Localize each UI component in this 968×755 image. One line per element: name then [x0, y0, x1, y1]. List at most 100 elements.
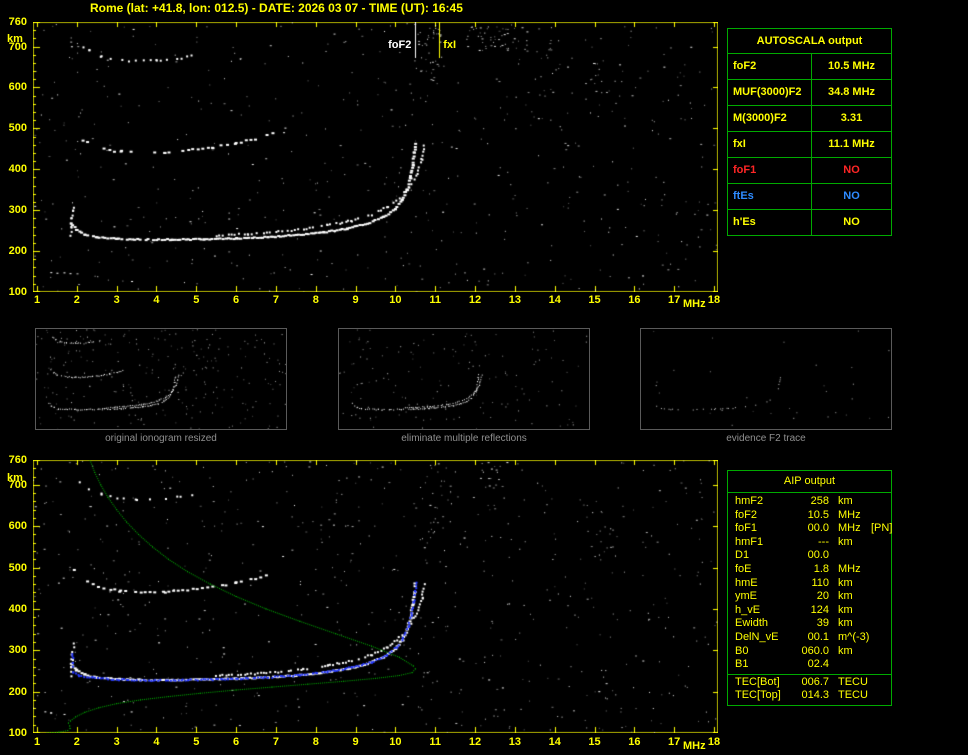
x-tick-label: 12 — [468, 294, 482, 306]
aip-row: TEC[Top] 014.3 TECU — [728, 689, 891, 703]
aip-extra — [871, 604, 891, 618]
aip-unit: MHz — [838, 562, 861, 575]
top-ionogram-canvas — [33, 22, 718, 292]
aip-extra — [871, 645, 891, 659]
thumbnail-original — [35, 328, 287, 430]
aip-extra — [871, 590, 891, 604]
page-title: Rome (lat: +41.8, lon: 012.5) - DATE: 20… — [90, 1, 463, 15]
autoscala-param-label: ftEs — [728, 184, 812, 209]
aip-label: foF2 — [735, 508, 758, 521]
top-x-unit-label: MHz — [683, 298, 706, 310]
x-tick-label: 5 — [193, 736, 200, 748]
x-tick-label: 16 — [628, 294, 641, 306]
aip-label: TEC[Top] — [735, 689, 781, 702]
bottom-y-unit-label: km — [7, 472, 23, 484]
aip-value: 20 — [816, 590, 829, 603]
aip-unit: m^(-3) — [838, 630, 870, 643]
x-tick-label: 8 — [312, 736, 319, 748]
autoscala-row: fxI 11.1 MHz — [728, 132, 891, 158]
aip-extra — [871, 676, 891, 690]
x-tick-label: 11 — [429, 294, 442, 306]
aip-row: hmE 110 km — [728, 577, 891, 591]
y-tick-label: 300 — [8, 204, 27, 217]
aip-value: 10.5 — [807, 508, 829, 521]
aip-extra — [871, 509, 891, 523]
aip-label: ymE — [735, 590, 757, 603]
x-tick-label: 15 — [588, 294, 601, 306]
x-tick-label: 10 — [389, 294, 402, 306]
x-tick-label: 15 — [588, 736, 601, 748]
aip-row: B1 02.4 — [728, 658, 891, 672]
x-tick-label: 5 — [193, 294, 200, 306]
x-tick-label: 3 — [113, 294, 120, 306]
x-tick-label: 17 — [668, 736, 681, 748]
aip-value: 02.4 — [807, 658, 829, 671]
aip-row: h_vE 124 km — [728, 604, 891, 618]
autoscala-row: M(3000)F2 3.31 — [728, 106, 891, 132]
x-tick-label: 14 — [548, 736, 561, 748]
autoscala-row: foF1 NO — [728, 158, 891, 184]
x-tick-label: 13 — [508, 294, 521, 306]
autoscala-param-label: h'Es — [728, 210, 812, 235]
y-tick-label: 400 — [8, 602, 27, 615]
aip-extra — [871, 563, 891, 577]
thumbnail-caption: original ionogram resized — [105, 433, 217, 444]
x-tick-label: 10 — [389, 736, 402, 748]
y-tick-label: 400 — [8, 163, 27, 176]
autoscala-table: AUTOSCALA output foF2 10.5 MHz MUF(3000)F2… — [727, 28, 892, 236]
autoscala-row: h'Es NO — [728, 210, 891, 235]
x-tick-label: 1 — [33, 294, 41, 306]
thumbnail-f2trace-canvas — [641, 329, 891, 429]
autoscala-param-value: 10.5 MHz — [827, 60, 876, 72]
thumbnail-original-canvas — [36, 329, 286, 429]
x-tick-label: 2 — [73, 736, 80, 748]
aip-label: hmE — [735, 576, 758, 589]
aip-extra — [871, 689, 891, 703]
autoscala-row: MUF(3000)F2 34.8 MHz — [728, 80, 891, 106]
aip-row: DelN_vE 00.1 m^(-3) — [728, 631, 891, 645]
aip-value: 006.7 — [801, 675, 829, 688]
aip-unit — [829, 549, 871, 563]
aip-value: 1.8 — [813, 562, 829, 575]
aip-table: AIP output hmF2 258 km foF2 10.5 MHz foF1 00.0 M… — [727, 470, 892, 706]
autoscala-param-value: 11.1 MHz — [828, 138, 875, 150]
aip-row: hmF2 258 km — [728, 495, 891, 509]
thumbnail-caption: evidence F2 trace — [726, 433, 806, 444]
aip-label: DelN_vE — [735, 630, 779, 643]
y-tick-label: 200 — [8, 245, 27, 258]
aip-value: 00.1 — [807, 630, 829, 643]
x-tick-label: 11 — [429, 736, 442, 748]
aip-value: 014.3 — [801, 689, 829, 702]
x-tick-label: 7 — [272, 736, 279, 748]
autoscala-header: AUTOSCALA output — [728, 29, 891, 54]
aip-label: hmF1 — [735, 535, 764, 548]
thumbnail-filtered-canvas — [339, 329, 589, 429]
thumbnail-caption: eliminate multiple reflections — [401, 433, 527, 444]
aip-unit: km — [838, 576, 853, 589]
aip-value: 124 — [810, 603, 829, 616]
x-tick-label: 9 — [352, 294, 359, 306]
top-y-unit-label: km — [7, 33, 23, 45]
aip-label: foF1 — [735, 522, 758, 535]
aip-unit: MHz — [838, 522, 861, 535]
x-tick-label: 6 — [233, 294, 240, 306]
autoscala-param-value: NO — [843, 216, 860, 228]
aip-extra — [871, 658, 891, 672]
y-tick-label: 600 — [8, 520, 27, 533]
aip-extra — [871, 631, 891, 645]
x-tick-label: 17 — [668, 294, 681, 306]
x-tick-label: 4 — [153, 736, 160, 748]
aip-label: TEC[Bot] — [735, 675, 780, 688]
aip-value: 060.0 — [801, 644, 829, 657]
autoscala-param-value: NO — [843, 164, 860, 176]
y-tick-label: 100 — [8, 286, 27, 298]
aip-unit: km — [838, 590, 853, 603]
aip-unit: km — [838, 535, 853, 548]
aip-label: h_vE — [735, 603, 761, 616]
autoscala-row: ftEs NO — [728, 184, 891, 210]
thumbnail-filtered — [338, 328, 590, 430]
aip-row: TEC[Bot] 006.7 TECU — [728, 676, 891, 690]
autoscala-param-label: foF1 — [728, 158, 812, 183]
x-tick-label: 9 — [352, 736, 359, 748]
marker-label-fxI: fxI — [443, 39, 457, 51]
